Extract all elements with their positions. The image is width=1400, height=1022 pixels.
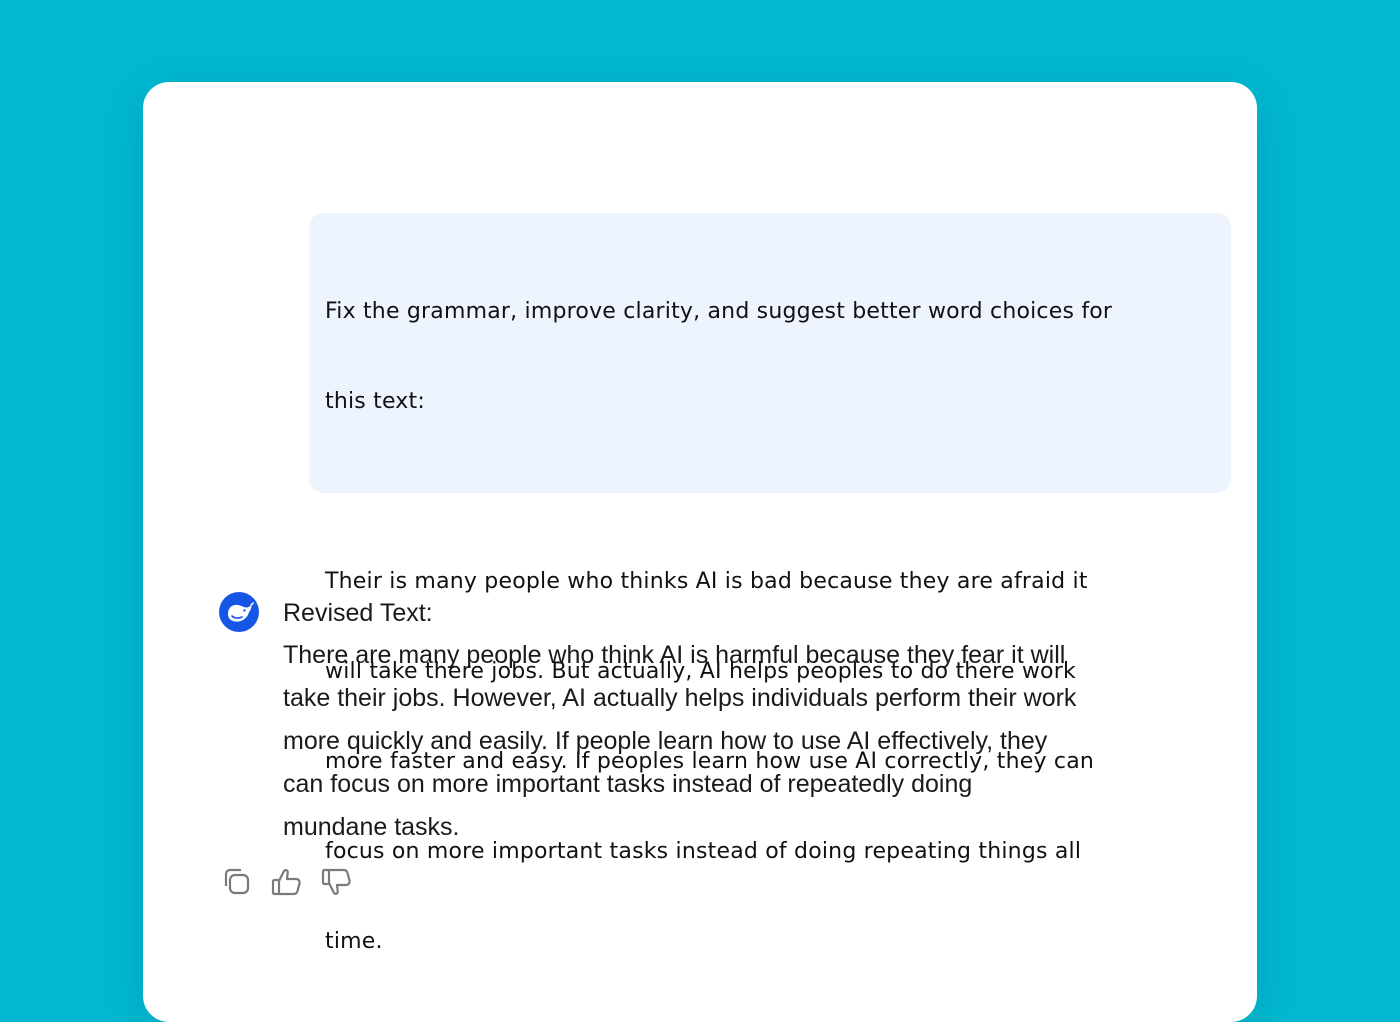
message-actions (219, 864, 355, 900)
user-message-line: time. (325, 929, 383, 954)
user-message-line: Fix the grammar, improve clarity, and su… (325, 299, 1113, 324)
assistant-reply-text: Revised Text: There are many people who … (283, 598, 1163, 849)
reply-line: more quickly and easily. If people learn… (283, 727, 1048, 755)
reply-line: mundane tasks. (283, 813, 460, 841)
thumbs-down-button[interactable] (319, 864, 355, 900)
user-message-blank-line (325, 477, 1215, 507)
user-message-bubble: Fix the grammar, improve clarity, and su… (309, 213, 1231, 954)
reply-line: can focus on more important tasks instea… (283, 770, 973, 798)
thumbs-up-icon (271, 869, 301, 896)
user-message-line: this text: (325, 389, 425, 414)
chat-card: Fix the grammar, improve clarity, and su… (143, 82, 1257, 1022)
copy-icon (224, 868, 250, 895)
reply-heading: Revised Text: (283, 599, 433, 627)
thumbs-down-icon (321, 868, 351, 895)
user-message-line: Their is many people who thinks AI is ba… (325, 569, 1088, 594)
thumbs-up-button[interactable] (269, 864, 305, 900)
reply-line: take their jobs. However, AI actually he… (283, 684, 1077, 712)
reply-line: There are many people who think AI is ha… (283, 641, 1066, 669)
copy-button[interactable] (219, 864, 255, 900)
whale-logo-icon (219, 592, 259, 632)
